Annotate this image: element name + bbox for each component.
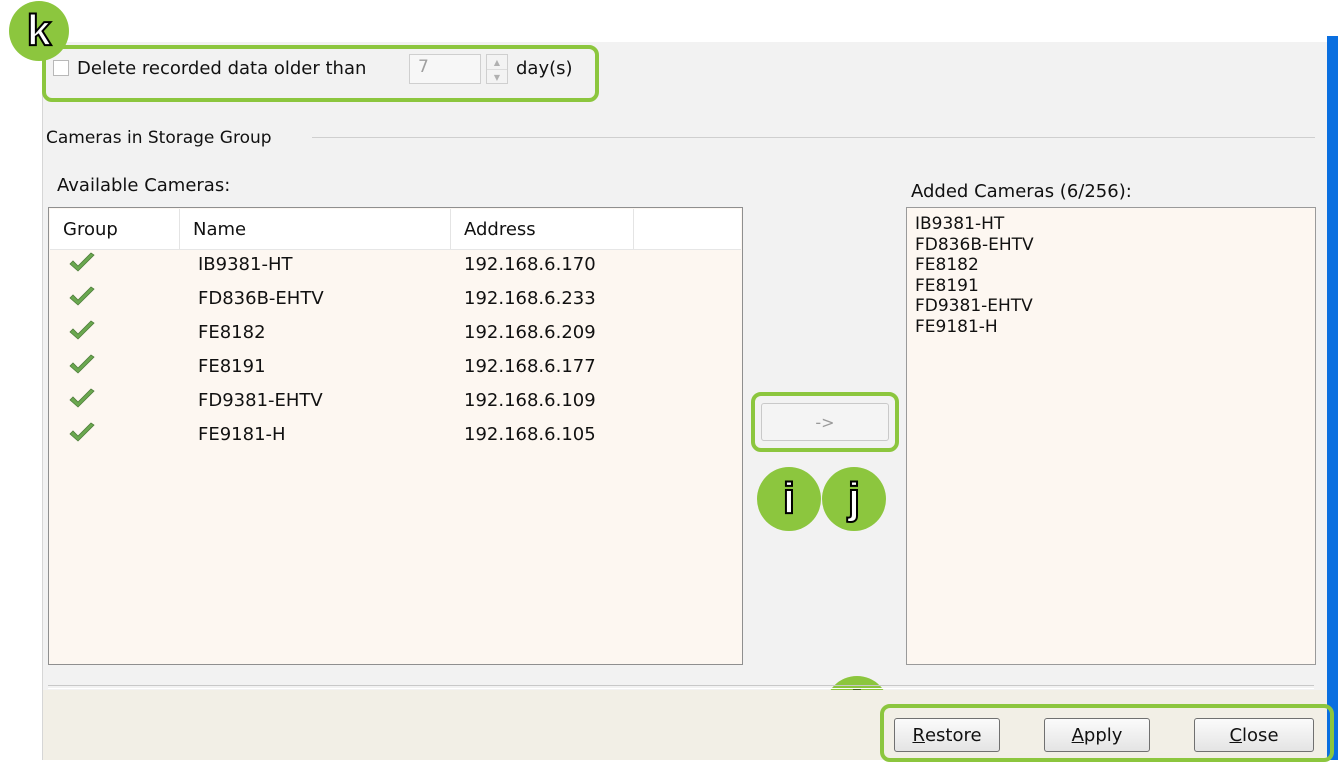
footer-divider <box>48 685 1314 686</box>
list-item[interactable]: FE8191 <box>915 276 979 296</box>
restore-label: estore <box>924 724 982 746</box>
camera-name: FE8191 <box>198 356 266 377</box>
available-cameras-label: Available Cameras: <box>57 175 231 196</box>
table-row[interactable]: FD9381-EHTV 192.168.6.109 <box>50 383 741 417</box>
window-edge <box>1327 36 1338 760</box>
camera-address: 192.168.6.177 <box>464 356 596 377</box>
camera-name: FD9381-EHTV <box>198 390 323 411</box>
check-icon <box>69 252 95 272</box>
camera-address: 192.168.6.109 <box>464 390 596 411</box>
badge-j: j <box>822 467 886 531</box>
check-icon <box>69 388 95 408</box>
check-icon <box>69 354 95 374</box>
table-row[interactable]: FD836B-EHTV 192.168.6.233 <box>50 281 741 315</box>
column-name[interactable]: Name <box>180 209 451 249</box>
available-cameras-list[interactable]: Group Name Address IB9381-HT 192.168.6.17… <box>48 207 743 665</box>
restore-accesskey: R <box>912 724 925 746</box>
list-item[interactable]: FE8182 <box>915 255 979 275</box>
check-icon <box>69 286 95 306</box>
close-label: lose <box>1242 724 1279 746</box>
check-icon <box>69 320 95 340</box>
apply-accesskey: A <box>1071 724 1084 746</box>
column-address[interactable]: Address <box>451 209 634 249</box>
highlight-ij <box>751 392 899 452</box>
table-row[interactable]: FE8191 192.168.6.177 <box>50 349 741 383</box>
camera-name: FE8182 <box>198 322 266 343</box>
camera-name: IB9381-HT <box>198 254 293 275</box>
close-accesskey: C <box>1229 724 1243 746</box>
column-group[interactable]: Group <box>50 209 180 249</box>
table-row[interactable]: FE8182 192.168.6.209 <box>50 315 741 349</box>
badge-k: k <box>9 1 69 61</box>
close-button[interactable]: Close <box>1194 718 1314 752</box>
camera-address: 192.168.6.233 <box>464 288 596 309</box>
camera-name: FE9181-H <box>198 424 286 445</box>
list-item[interactable]: IB9381-HT <box>915 214 1004 234</box>
camera-name: FD836B-EHTV <box>198 288 324 309</box>
added-cameras-label: Added Cameras (6/256): <box>911 181 1132 202</box>
list-item[interactable]: FD9381-EHTV <box>915 296 1033 316</box>
camera-address: 192.168.6.105 <box>464 424 596 445</box>
table-row[interactable]: FE9181-H 192.168.6.105 <box>50 417 741 451</box>
group-divider <box>312 137 1315 138</box>
list-item[interactable]: FD836B-EHTV <box>915 235 1034 255</box>
table-row[interactable]: IB9381-HT 192.168.6.170 <box>50 247 741 281</box>
badge-i: i <box>757 467 821 531</box>
list-header: Group Name Address <box>50 209 741 250</box>
camera-address: 192.168.6.209 <box>464 322 596 343</box>
added-cameras-list[interactable]: IB9381-HT FD836B-EHTV FE8182 FE8191 FD9381-E… <box>906 207 1316 665</box>
apply-label: pply <box>1083 724 1123 746</box>
restore-button[interactable]: Restore <box>894 718 1000 752</box>
storage-group-title: Cameras in Storage Group <box>46 128 272 148</box>
highlight-k <box>42 45 599 102</box>
camera-address: 192.168.6.170 <box>464 254 596 275</box>
apply-button[interactable]: Apply <box>1044 718 1150 752</box>
footer-divider-highlight <box>48 688 1314 689</box>
list-item[interactable]: FE9181-H <box>915 317 998 337</box>
check-icon <box>69 422 95 442</box>
